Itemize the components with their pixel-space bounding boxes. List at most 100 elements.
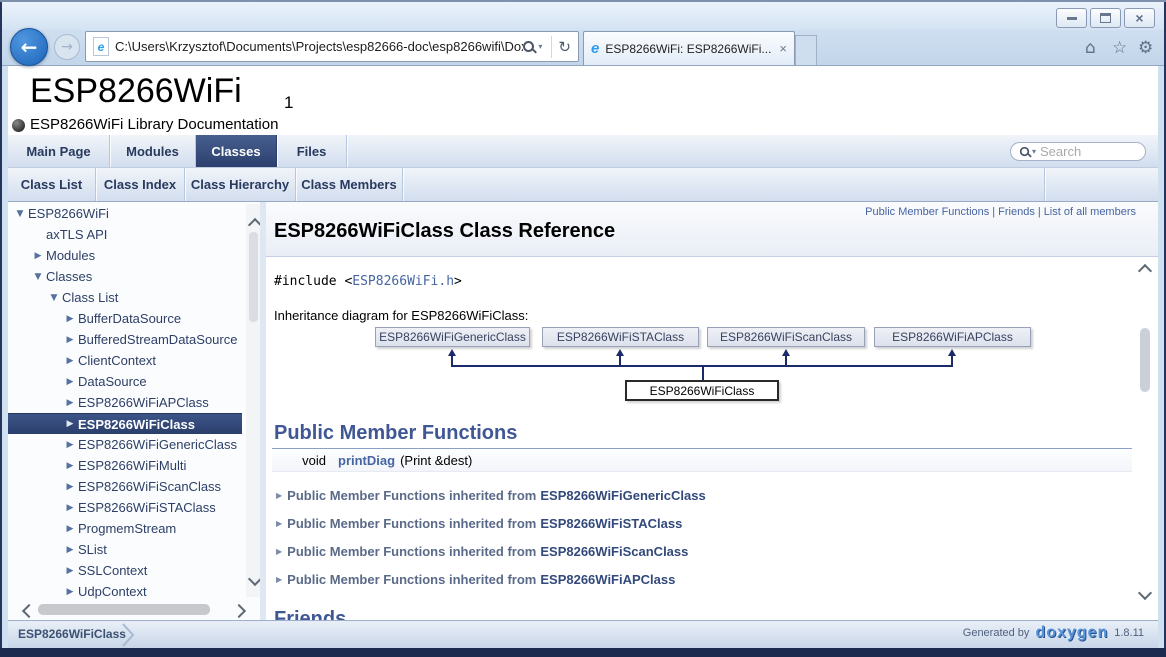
- forward-button[interactable]: →: [54, 34, 80, 60]
- diagram-node-apclass[interactable]: ESP8266WiFiAPClass: [874, 327, 1031, 347]
- tab-main-page[interactable]: Main Page: [8, 135, 110, 167]
- member-name-link[interactable]: printDiag: [338, 453, 395, 468]
- tab-close-icon[interactable]: ×: [779, 41, 787, 56]
- tree-collapsed-icon[interactable]: ▶: [62, 314, 78, 324]
- sidebar-item-bufferedstreamdatasource[interactable]: ▶BufferedStreamDataSource: [8, 329, 260, 350]
- sidebar-item-slist[interactable]: ▶SList: [8, 539, 260, 560]
- sidebar-item-progmemstream[interactable]: ▶ProgmemStream: [8, 518, 260, 539]
- tree-expanded-icon[interactable]: ▼: [12, 209, 28, 219]
- back-button[interactable]: ←: [10, 28, 48, 66]
- link-public-member-functions[interactable]: Public Member Functions: [865, 206, 989, 218]
- sidebar-item-esp8266wifistaclass[interactable]: ▶ESP8266WiFiSTAClass: [8, 497, 260, 518]
- search-dropdown-icon[interactable]: ▾: [1032, 147, 1036, 156]
- link-list-of-all-members[interactable]: List of all members: [1044, 206, 1136, 218]
- sidebar-item-axtls-api[interactable]: axTLS API: [8, 224, 260, 245]
- sidebar-item-class-list[interactable]: ▼Class List: [8, 287, 260, 308]
- scroll-right-icon[interactable]: [232, 604, 246, 618]
- content-scrollbar-thumb[interactable]: [1140, 328, 1150, 392]
- scroll-down-icon[interactable]: [1138, 586, 1152, 600]
- sidebar-item-udpcontext[interactable]: ▶UdpContext: [8, 581, 260, 599]
- scroll-up-icon[interactable]: [1138, 264, 1152, 278]
- tab-class-hierarchy[interactable]: Class Hierarchy: [185, 168, 296, 201]
- tree-collapsed-icon[interactable]: ▶: [62, 482, 78, 492]
- expand-arrow-icon[interactable]: ▶: [276, 519, 282, 528]
- diagram-node-scanclass[interactable]: ESP8266WiFiScanClass: [707, 327, 865, 347]
- sidebar-item-modules[interactable]: ▶Modules: [8, 245, 260, 266]
- tab-class-list[interactable]: Class List: [8, 168, 96, 201]
- tree-collapsed-icon[interactable]: ▶: [62, 356, 78, 366]
- expand-arrow-icon[interactable]: ▶: [276, 491, 282, 500]
- tree-collapsed-icon[interactable]: ▶: [30, 251, 46, 261]
- close-button[interactable]: ×: [1124, 8, 1155, 28]
- new-tab-stub[interactable]: [795, 35, 817, 65]
- tree-collapsed-icon[interactable]: ▶: [62, 440, 78, 450]
- inherited-class-link[interactable]: ESP8266WiFiAPClass: [540, 572, 675, 587]
- sidebar-hscrollbar[interactable]: [8, 599, 260, 620]
- tree-collapsed-icon[interactable]: ▶: [62, 566, 78, 576]
- sidebar-item-esp8266wificlass[interactable]: ▶ESP8266WiFiClass: [8, 413, 242, 434]
- inherited-class-link[interactable]: ESP8266WiFiSTAClass: [540, 516, 682, 531]
- tree-collapsed-icon[interactable]: ▶: [62, 335, 78, 345]
- tree-collapsed-icon[interactable]: ▶: [62, 503, 78, 513]
- title-bar[interactable]: ×: [2, 2, 1164, 30]
- settings-gear-icon[interactable]: ⚙: [1138, 38, 1153, 58]
- url-text[interactable]: C:\Users\Krzysztof\Documents\Projects\es…: [115, 39, 523, 54]
- sidebar-item-datasource[interactable]: ▶DataSource: [8, 371, 260, 392]
- sidebar-item-esp8266wifiscanclass[interactable]: ▶ESP8266WiFiScanClass: [8, 476, 260, 497]
- scroll-left-icon[interactable]: [22, 604, 36, 618]
- member-row: void printDiag (Print &dest): [272, 450, 1132, 472]
- tab-class-members[interactable]: Class Members: [296, 168, 403, 201]
- doxygen-logo[interactable]: doxygen: [1035, 624, 1108, 642]
- diagram-node-genericclass[interactable]: ESP8266WiFiGenericClass: [375, 327, 530, 347]
- sidebar-hscrollbar-thumb[interactable]: [38, 604, 210, 615]
- inherited-section-genericclass[interactable]: ▶Public Member Functions inherited fromE…: [276, 488, 706, 503]
- tree-collapsed-icon[interactable]: ▶: [62, 461, 78, 471]
- sidebar-item-esp8266wifigenericclass[interactable]: ▶ESP8266WiFiGenericClass: [8, 434, 260, 455]
- sidebar-scrollbar-thumb[interactable]: [249, 232, 258, 322]
- address-dropdown-icon[interactable]: ▾: [538, 42, 542, 51]
- restore-button[interactable]: [1090, 8, 1121, 28]
- diagram-node-staclass[interactable]: ESP8266WiFiSTAClass: [542, 327, 699, 347]
- tree-collapsed-icon[interactable]: ▶: [62, 398, 78, 408]
- tree-collapsed-icon[interactable]: ▶: [62, 419, 78, 429]
- inherited-class-link[interactable]: ESP8266WiFiScanClass: [540, 544, 688, 559]
- tree-collapsed-icon[interactable]: ▶: [62, 587, 78, 597]
- favorites-icon[interactable]: ☆: [1112, 38, 1127, 58]
- expand-arrow-icon[interactable]: ▶: [276, 547, 282, 556]
- project-brief: ESP8266WiFi Library Documentation: [30, 116, 278, 133]
- sidebar-item-esp8266wifimulti[interactable]: ▶ESP8266WiFiMulti: [8, 455, 260, 476]
- include-file-link[interactable]: ESP8266WiFi.h: [352, 274, 454, 289]
- tab-modules[interactable]: Modules: [110, 135, 196, 167]
- sidebar-item-classes[interactable]: ▼Classes: [8, 266, 260, 287]
- sidebar-item-sslcontext[interactable]: ▶SSLContext: [8, 560, 260, 581]
- inheritance-caption: Inheritance diagram for ESP8266WiFiClass…: [274, 308, 528, 323]
- inherited-section-scanclass[interactable]: ▶Public Member Functions inherited fromE…: [276, 544, 688, 559]
- tree-expanded-icon[interactable]: ▼: [46, 293, 62, 303]
- link-friends[interactable]: Friends: [998, 206, 1035, 218]
- search-input[interactable]: ▾ Search: [1010, 142, 1146, 161]
- sidebar-item-bufferdatasource[interactable]: ▶BufferDataSource: [8, 308, 260, 329]
- tab-title[interactable]: ESP8266WiFi: ESP8266WiFi...: [605, 42, 775, 56]
- tree-collapsed-icon[interactable]: ▶: [62, 545, 78, 555]
- tree-collapsed-icon[interactable]: ▶: [62, 377, 78, 387]
- sidebar-item-clientcontext[interactable]: ▶ClientContext: [8, 350, 260, 371]
- tab-files[interactable]: Files: [277, 135, 347, 167]
- tree-expanded-icon[interactable]: ▼: [30, 272, 46, 282]
- inherited-section-staclass[interactable]: ▶Public Member Functions inherited fromE…: [276, 516, 682, 531]
- address-bar[interactable]: e C:\Users\Krzysztof\Documents\Projects\…: [85, 31, 579, 62]
- sidebar-item-esp8266wifi[interactable]: ▼ESP8266WiFi: [8, 203, 260, 224]
- home-icon[interactable]: ⌂: [1085, 38, 1096, 58]
- search-icon[interactable]: [523, 41, 534, 52]
- breadcrumb[interactable]: ESP8266WiFiClass: [18, 627, 126, 641]
- browser-tab[interactable]: e ESP8266WiFi: ESP8266WiFi... ×: [583, 31, 795, 65]
- expand-arrow-icon[interactable]: ▶: [276, 575, 282, 584]
- inherited-section-apclass[interactable]: ▶Public Member Functions inherited fromE…: [276, 572, 675, 587]
- inherited-class-link[interactable]: ESP8266WiFiGenericClass: [540, 488, 705, 503]
- diagram-node-wificlass[interactable]: ESP8266WiFiClass: [625, 380, 779, 401]
- sidebar-item-esp8266wifiapclass[interactable]: ▶ESP8266WiFiAPClass: [8, 392, 260, 413]
- refresh-icon[interactable]: ↻: [558, 38, 571, 56]
- tree-collapsed-icon[interactable]: ▶: [62, 524, 78, 534]
- tab-classes[interactable]: Classes: [196, 135, 277, 167]
- tab-class-index[interactable]: Class Index: [96, 168, 185, 201]
- minimize-button[interactable]: [1056, 8, 1087, 28]
